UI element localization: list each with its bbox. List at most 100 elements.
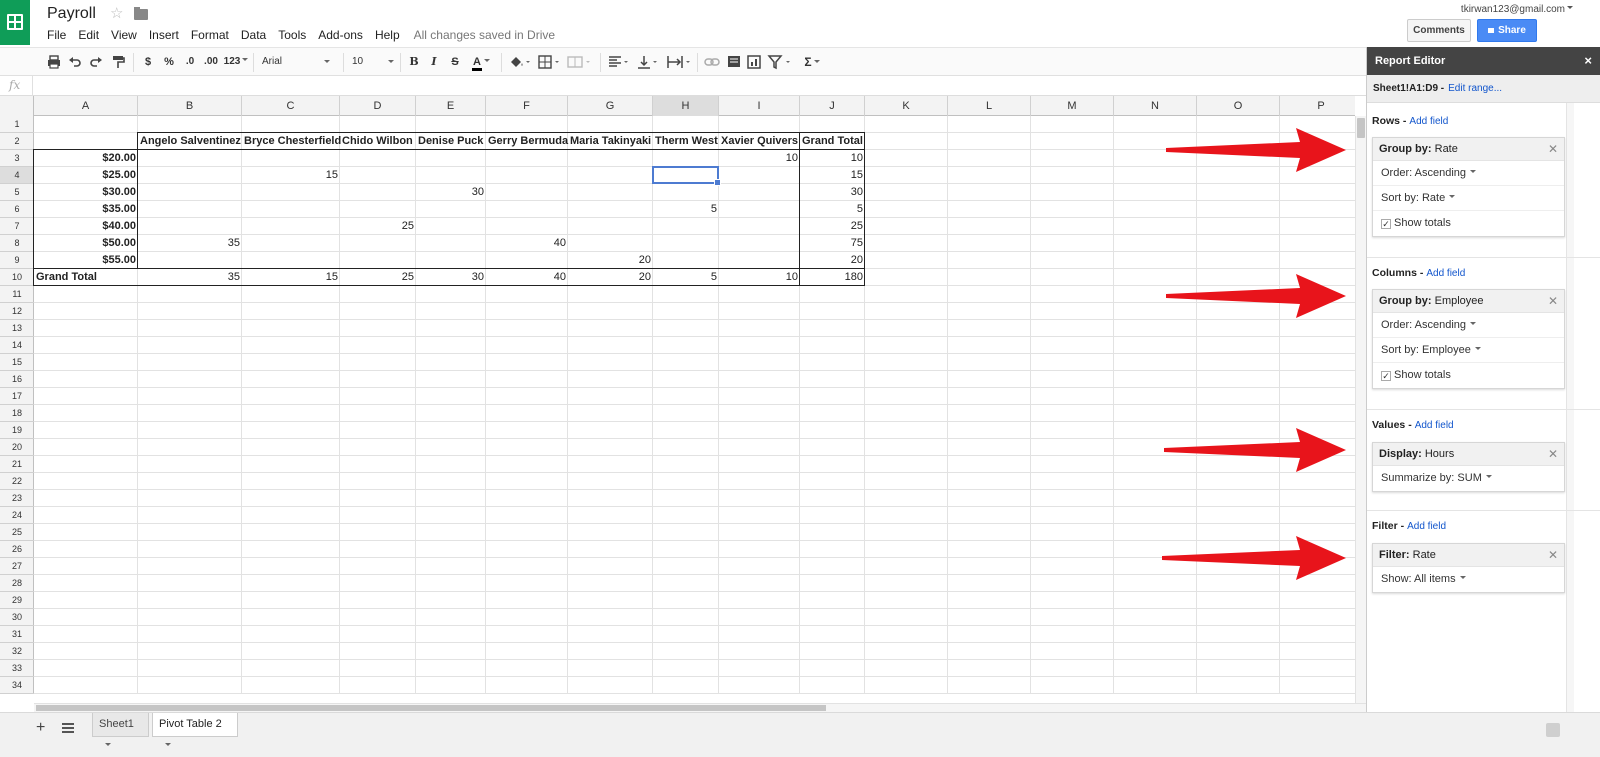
pivot-value-cell[interactable]: 40 — [486, 269, 568, 286]
pivot-value-cell[interactable]: 10 — [719, 150, 800, 167]
close-icon[interactable]: × — [1584, 54, 1592, 68]
pivot-value-cell[interactable]: 20 — [800, 252, 865, 269]
text-color-button[interactable]: A — [468, 54, 494, 71]
pivot-value-cell[interactable]: 15 — [800, 167, 865, 184]
undo-icon[interactable] — [67, 54, 83, 70]
filter-add-field-link[interactable]: Add field — [1407, 521, 1446, 532]
document-title[interactable]: Payroll — [47, 5, 96, 23]
strikethrough-button[interactable]: S — [449, 54, 461, 70]
row-header-21[interactable]: 21 — [0, 456, 34, 473]
menu-data[interactable]: Data — [241, 28, 266, 42]
font-size-select[interactable]: 10 — [352, 54, 396, 70]
filter-icon[interactable] — [767, 54, 793, 70]
row-header-5[interactable]: 5 — [0, 184, 34, 201]
decrease-decimal-button[interactable]: .0 — [182, 54, 198, 70]
column-header-a[interactable]: A — [34, 96, 138, 116]
row-header-33[interactable]: 33 — [0, 660, 34, 677]
pivot-value-cell[interactable]: 25 — [340, 218, 416, 235]
sheets-logo-icon[interactable] — [0, 0, 30, 45]
rows-show-totals[interactable]: ✓ Show totals — [1373, 211, 1564, 236]
row-header-31[interactable]: 31 — [0, 626, 34, 643]
align-left-icon[interactable] — [607, 54, 631, 70]
formula-input[interactable] — [38, 79, 1358, 93]
pivot-value-cell[interactable]: 25 — [340, 269, 416, 286]
insert-chart-icon[interactable] — [746, 54, 762, 70]
menu-file[interactable]: File — [47, 28, 66, 42]
horizontal-scrollbar[interactable] — [34, 703, 1366, 712]
bold-button[interactable]: B — [408, 54, 420, 70]
column-header-l[interactable]: L — [948, 96, 1031, 116]
row-header-7[interactable]: 7 — [0, 218, 34, 235]
row-header-8[interactable]: 8 — [0, 235, 34, 252]
pivot-column-header[interactable]: Chido Wilbon — [340, 133, 416, 150]
column-header-b[interactable]: B — [138, 96, 242, 116]
sheet-tab-sheet1[interactable]: Sheet1 — [92, 713, 149, 747]
rows-sort-select[interactable]: Sort by: Rate — [1373, 186, 1564, 211]
print-icon[interactable] — [46, 54, 62, 70]
pivot-value-cell[interactable]: 10 — [719, 269, 800, 286]
folder-icon[interactable] — [134, 7, 148, 20]
pivot-value-cell[interactable]: 5 — [653, 269, 719, 286]
row-header-16[interactable]: 16 — [0, 371, 34, 388]
column-header-d[interactable]: D — [340, 96, 416, 116]
italic-button[interactable]: I — [428, 54, 440, 70]
insert-link-icon[interactable] — [704, 54, 720, 70]
row-header-28[interactable]: 28 — [0, 575, 34, 592]
checkbox-checked-icon[interactable]: ✓ — [1381, 219, 1391, 229]
edit-range-link[interactable]: Edit range... — [1448, 83, 1502, 94]
pivot-value-cell[interactable]: 35 — [138, 269, 242, 286]
save-status[interactable]: All changes saved in Drive — [414, 28, 555, 42]
menu-addons[interactable]: Add-ons — [318, 28, 363, 42]
summarize-by-select[interactable]: Summarize by: SUM — [1373, 466, 1564, 491]
pivot-row-label[interactable]: $25.00 — [34, 167, 138, 184]
row-header-24[interactable]: 24 — [0, 507, 34, 524]
borders-icon[interactable] — [537, 54, 563, 70]
row-header-22[interactable]: 22 — [0, 473, 34, 490]
column-header-e[interactable]: E — [416, 96, 486, 116]
sheet-tab-pivot-table-2[interactable]: Pivot Table 2 — [152, 713, 238, 747]
explore-icon[interactable] — [1546, 723, 1560, 737]
row-header-25[interactable]: 25 — [0, 524, 34, 541]
column-header-i[interactable]: I — [719, 96, 800, 116]
row-header-17[interactable]: 17 — [0, 388, 34, 405]
column-header-o[interactable]: O — [1197, 96, 1280, 116]
row-header-18[interactable]: 18 — [0, 405, 34, 422]
row-header-15[interactable]: 15 — [0, 354, 34, 371]
column-header-m[interactable]: M — [1031, 96, 1114, 116]
pivot-row-label[interactable]: $40.00 — [34, 218, 138, 235]
row-header-4[interactable]: 4 — [0, 167, 34, 184]
pivot-value-cell[interactable]: 20 — [568, 269, 653, 286]
filter-show-select[interactable]: Show: All items — [1373, 567, 1564, 592]
row-header-20[interactable]: 20 — [0, 439, 34, 456]
pivot-value-cell[interactable]: 20 — [568, 252, 653, 269]
currency-format-button[interactable]: $ — [142, 54, 154, 70]
pivot-column-header[interactable]: Angelo Salventinez — [138, 133, 242, 150]
pivot-value-cell[interactable]: 15 — [242, 269, 340, 286]
pivot-column-header[interactable]: Bryce Chesterfield — [242, 133, 341, 150]
insert-comment-icon[interactable] — [726, 54, 742, 70]
pivot-row-label[interactable]: $20.00 — [34, 150, 138, 167]
menu-tools[interactable]: Tools — [278, 28, 306, 42]
pivot-row-label[interactable]: $35.00 — [34, 201, 138, 218]
row-header-6[interactable]: 6 — [0, 201, 34, 218]
column-header-f[interactable]: F — [486, 96, 568, 116]
columns-order-select[interactable]: Order: Ascending — [1373, 313, 1564, 338]
pivot-value-cell[interactable]: 15 — [242, 167, 340, 184]
row-header-9[interactable]: 9 — [0, 252, 34, 269]
menu-insert[interactable]: Insert — [149, 28, 179, 42]
fill-color-icon[interactable] — [508, 54, 532, 70]
percent-format-button[interactable]: % — [162, 54, 176, 70]
column-header-c[interactable]: C — [242, 96, 340, 116]
font-select[interactable]: Arial — [262, 54, 332, 70]
pivot-value-cell[interactable]: 30 — [416, 269, 486, 286]
pivot-value-cell[interactable]: 180 — [800, 269, 865, 286]
pivot-row-label[interactable]: $30.00 — [34, 184, 138, 201]
user-email[interactable]: tkirwan123@gmail.com — [1461, 4, 1565, 15]
checkbox-checked-icon[interactable]: ✓ — [1381, 371, 1391, 381]
row-header-32[interactable]: 32 — [0, 643, 34, 660]
row-header-14[interactable]: 14 — [0, 337, 34, 354]
more-formats-button[interactable]: 123 — [223, 54, 249, 70]
vertical-align-icon[interactable] — [636, 54, 660, 70]
column-header-g[interactable]: G — [568, 96, 653, 116]
pivot-row-label[interactable]: $50.00 — [34, 235, 138, 252]
